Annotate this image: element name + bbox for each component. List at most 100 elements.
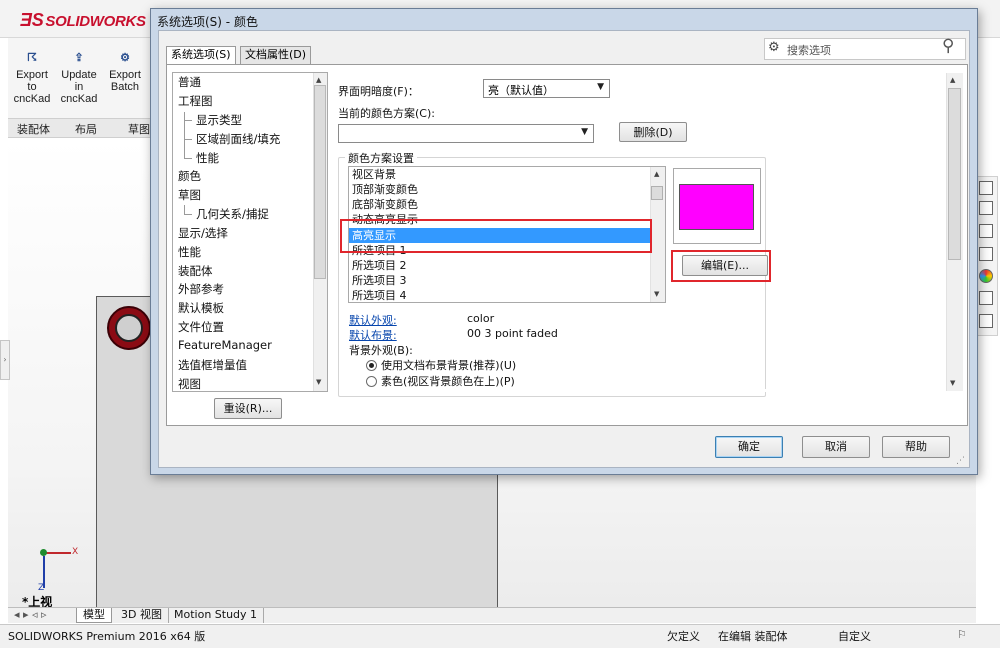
reset-button[interactable]: 重设(R)... [214,398,282,419]
tree-connector-branch [185,214,192,215]
scheme-settings-title: 颜色方案设置 [345,150,417,166]
tree-item-performance[interactable]: 性能 [178,244,201,260]
ok-button[interactable]: 确定 [715,436,783,458]
panel-collapse-handle[interactable]: › [0,340,10,380]
chevron-down-icon: ▼ [597,82,604,92]
scroll-down-icon[interactable]: ▼ [950,379,955,387]
dialog-title: 系统选项(S) - 颜色 [157,15,258,29]
appearances-icon[interactable] [979,269,993,283]
brightness-label: 界面明暗度(F)： [338,85,419,98]
list-item[interactable]: 视区背景 [349,167,651,182]
tree-scroll-thumb[interactable] [314,85,326,279]
chevron-down-icon: ▼ [581,127,588,137]
scheme-select[interactable]: ▼ [338,124,594,143]
status-product: SOLIDWORKS Premium 2016 x64 版 [8,630,206,643]
list-item[interactable]: 底部渐变颜色 [349,197,651,212]
export-batch-button[interactable]: ⚙ Export Batch [102,52,148,93]
tree-item-spin-box-increments[interactable]: 选值框增量值 [178,357,247,373]
file-explorer-icon[interactable] [979,224,993,238]
radio-use-document-scene[interactable] [366,360,377,371]
scroll-up-icon[interactable]: ▲ [950,76,955,84]
triad-origin [40,549,47,556]
panel-clip [340,389,940,392]
view-palette-icon[interactable] [979,247,993,261]
brightness-select[interactable]: 亮（默认值） ▼ [483,79,610,98]
scroll-up-icon[interactable]: ▲ [654,170,659,178]
tab-system-options[interactable]: 系统选项(S) [166,46,236,65]
tree-item-featuremanager[interactable]: FeatureManager [178,338,272,352]
tab-model[interactable]: 模型 [76,608,112,623]
default-appearance-link[interactable]: 默认外观: [349,312,397,328]
home-icon[interactable] [979,181,993,195]
export-to-cnckad-button[interactable]: ☈ Export to cncKad [9,52,55,105]
radio-plain-color[interactable] [366,376,377,387]
scroll-down-icon[interactable]: ▼ [316,378,321,386]
annotation-highlight-list [340,219,652,253]
scroll-up-icon[interactable]: ▲ [316,76,321,84]
triad-x-axis [43,552,71,554]
tab-sketch[interactable]: 草图 [128,121,150,137]
tree-item-assemblies[interactable]: 装配体 [178,263,213,279]
tree-item-view[interactable]: 视图 [178,376,201,392]
tree-item-display-selection[interactable]: 显示/选择 [178,225,228,241]
gear-icon[interactable]: ⚙ [768,40,780,55]
tree-connector-branch [185,120,192,121]
default-scene-value: 00 3 point faded [467,327,558,340]
tree-item-sketch[interactable]: 草图 [178,187,201,203]
tree-connector-branch [185,139,192,140]
tree-item-colors[interactable]: 颜色 [178,168,201,184]
status-units[interactable]: 自定义 [838,628,871,644]
list-item[interactable]: 所选项目 4 [349,288,651,303]
list-item[interactable]: 顶部渐变颜色 [349,182,651,197]
tree-item-external-references[interactable]: 外部参考 [178,281,224,297]
tree-item-general[interactable]: 普通 [178,74,201,90]
list-item[interactable]: 所选项目 2 [349,258,651,273]
update-icon: ⇪ [74,52,84,64]
radio-plain-color-label[interactable]: 素色(视区背景颜色在上)(P) [381,373,515,389]
status-editing: 在编辑 装配体 [718,630,788,643]
color-swatch [679,184,754,230]
library-icon[interactable] [979,201,993,215]
tree-item-display-style[interactable]: 显示类型 [196,112,242,128]
part-hole [115,314,143,342]
resize-grip-icon[interactable]: ⋰ [956,456,965,466]
default-scene-link[interactable]: 默认布景: [349,327,397,343]
tree-connector-branch [185,158,192,159]
export-icon: ☈ [27,52,37,64]
list-item[interactable]: 所选项目 3 [349,273,651,288]
tab-3d-view[interactable]: 3D 视图 [115,608,169,623]
search-placeholder: 搜索选项 [787,44,831,57]
triad-x-label: X [72,547,79,557]
batch-icon: ⚙ [120,52,130,64]
scroll-down-icon[interactable]: ▼ [654,290,659,298]
tab-document-properties[interactable]: 文档属性(D) [240,46,312,64]
tree-item-relations-snaps[interactable]: 几何关系/捕捉 [196,206,269,222]
search-icon[interactable]: ⚲ [942,36,954,56]
scheme-label: 当前的颜色方案(C): [338,107,435,120]
help-button[interactable]: 帮助 [882,436,950,458]
solidworks-logo: ƎS SOLIDWORKS [20,10,146,30]
background-appearance-label: 背景外观(B): [349,344,413,357]
tab-motion-study[interactable]: Motion Study 1 [168,608,265,623]
tree-item-file-locations[interactable]: 文件位置 [178,319,224,335]
edit-color-button[interactable]: 编辑(E)... [682,255,768,276]
settings-scroll-thumb[interactable] [948,88,961,260]
tab-layout[interactable]: 布局 [75,121,97,137]
list-scroll-thumb[interactable] [651,186,663,200]
tab-nav-arrows[interactable]: ◂ ▸ ◃ ▹ [8,608,74,623]
update-in-cnckad-button[interactable]: ⇪ Update in cncKad [56,52,102,105]
status-definition: 欠定义 [667,630,700,643]
tab-assembly[interactable]: 装配体 [17,121,50,137]
triad-z-label: Z [38,583,45,593]
tree-item-drawings[interactable]: 工程图 [178,93,213,109]
forum-icon[interactable] [979,314,993,328]
radio-use-document-scene-label[interactable]: 使用文档布景背景(推荐)(U) [381,357,516,373]
custom-properties-icon[interactable] [979,291,993,305]
tree-item-drawing-performance[interactable]: 性能 [196,150,219,166]
help-tooltip-icon[interactable]: ⚐ [957,628,967,641]
tree-item-default-templates[interactable]: 默认模板 [178,300,224,316]
default-appearance-value: color [467,312,495,325]
cancel-button[interactable]: 取消 [802,436,870,458]
tree-item-area-hatch[interactable]: 区域剖面线/填充 [196,131,280,147]
delete-button[interactable]: 删除(D) [619,122,687,142]
